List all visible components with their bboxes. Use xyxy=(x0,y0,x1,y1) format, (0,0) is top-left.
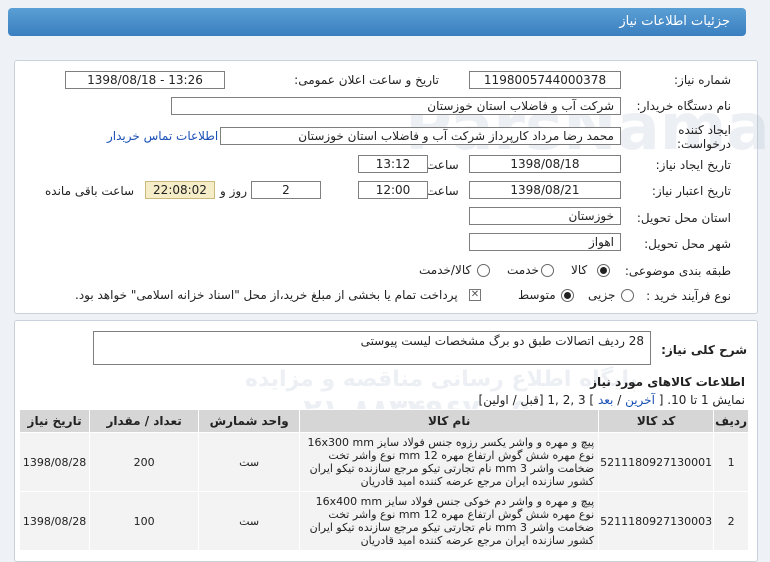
row-index: 1 xyxy=(713,432,749,492)
pagination-last-link[interactable]: آخرین xyxy=(625,393,655,407)
row-date: 1398/08/28 xyxy=(18,491,91,551)
row-name-line: نوع مهره شش گوش ارتفاع مهره 12 mm نوع وا… xyxy=(328,508,595,521)
row-name-line: ضخامت واشر 3 mm نام تجارتی تیکو مرجع ساز… xyxy=(309,521,595,534)
row-unit: ست xyxy=(198,491,301,551)
pagination-tail: [قبل / اولین] xyxy=(478,393,544,407)
row-name-line: پیچ و مهره و واشر دم خوکی جنس فولاد سایز… xyxy=(315,495,595,508)
category-goods-radio[interactable] xyxy=(597,264,610,277)
days-label: روز و xyxy=(220,184,247,198)
items-panel: مرکز فراوری اطلاعات پارس نماد داده ها پا… xyxy=(14,320,758,562)
remaining-label: ساعت باقی مانده xyxy=(45,184,135,198)
remaining-time-field: 22:08:02 xyxy=(145,181,215,199)
row-qty: 200 xyxy=(89,432,200,492)
buyer-label: نام دستگاه خریدار: xyxy=(636,99,732,113)
need-info-panel: ParsNamadar شماره نیاز: 1198005744000378… xyxy=(14,60,770,314)
row-qty: 100 xyxy=(89,491,200,551)
create-time-field: 13:12 xyxy=(358,155,428,173)
category-service-radio[interactable] xyxy=(541,264,554,277)
category-both-label: کالا/خدمت xyxy=(419,263,472,277)
pagination-pages[interactable]: ] 3 ,2 ,1 xyxy=(547,393,594,407)
treasury-checkbox[interactable]: ✕ xyxy=(469,289,481,301)
row-name-line: پیچ و مهره و واشر یکسر رزوه جنس فولاد سا… xyxy=(307,436,595,449)
category-service-label: خدمت xyxy=(507,263,539,277)
row-name-line: نوع مهره شش گوش ارتفاع مهره 12 mm نوع وا… xyxy=(328,449,595,462)
creator-label-2: درخواست: xyxy=(677,137,731,151)
buyer-field: شرکت آب و فاضلاب استان خوزستان xyxy=(171,97,621,115)
pagination-prefix: نمایش 1 تا 10. [ xyxy=(658,393,745,407)
creator-field: محمد رضا مرداد کارپرداز شرکت آب و فاضلاب… xyxy=(220,127,621,145)
col-code: کد کالا xyxy=(598,409,715,433)
col-date: تاریخ نیاز xyxy=(18,409,91,433)
row-date: 1398/08/28 xyxy=(18,432,91,492)
row-unit: ست xyxy=(198,432,301,492)
create-date-field: 1398/08/18 xyxy=(469,155,621,173)
row-name: پیچ و مهره و واشر دم خوکی جنس فولاد سایز… xyxy=(299,491,600,551)
category-both-radio[interactable] xyxy=(477,264,490,277)
category-goods-label: کالا xyxy=(571,263,588,277)
col-index: ردیف xyxy=(713,409,749,433)
valid-time-label: ساعت xyxy=(426,184,459,198)
creator-label-1: ایجاد کننده xyxy=(678,123,731,137)
col-name: نام کالا xyxy=(299,409,600,433)
pagination: نمایش 1 تا 10. [ آخرین / بعد ] 3 ,2 ,1 [… xyxy=(479,393,745,407)
table-row[interactable]: 2 5211180927130003 پیچ و مهره و واشر دم … xyxy=(18,491,749,551)
page-header: جزئیات اطلاعات نیاز xyxy=(8,8,746,36)
col-unit: واحد شمارش xyxy=(198,409,301,433)
row-name: پیچ و مهره و واشر یکسر رزوه جنس فولاد سا… xyxy=(299,432,600,492)
days-field: 2 xyxy=(251,181,321,199)
province-field: خوزستان xyxy=(469,207,621,225)
row-code: 5211180927130001 xyxy=(598,432,715,492)
purchase-minor-radio[interactable] xyxy=(621,289,634,302)
need-number-field: 1198005744000378 xyxy=(469,71,621,89)
table-header-row: ردیف کد کالا نام کالا واحد شمارش تعداد /… xyxy=(18,409,749,433)
payment-note: پرداخت تمام یا بخشی از مبلغ خرید،از محل … xyxy=(75,288,458,302)
pagination-next-link[interactable]: بعد xyxy=(598,393,613,407)
category-label: طبقه بندی موضوعی: xyxy=(624,264,731,278)
purchase-medium-radio[interactable] xyxy=(561,289,574,302)
announce-label: تاریخ و ساعت اعلان عمومی: xyxy=(294,73,439,87)
row-name-line: کشور سازنده ایران مرجع عرضه کننده امید ق… xyxy=(360,534,595,547)
table-row[interactable]: 1 5211180927130001 پیچ و مهره و واشر یکس… xyxy=(18,432,749,492)
valid-time-field: 12:00 xyxy=(358,181,428,199)
page-title: جزئیات اطلاعات نیاز xyxy=(619,14,730,29)
valid-date-field: 1398/08/21 xyxy=(469,181,621,199)
create-date-label: تاریخ ایجاد نیاز: xyxy=(655,158,731,172)
row-code: 5211180927130003 xyxy=(598,491,715,551)
pagination-sep: / xyxy=(613,393,622,407)
items-section-title: اطلاعات کالاهای مورد نیاز xyxy=(590,375,745,389)
summary-label: شرح کلی نیاز: xyxy=(661,343,747,357)
summary-field: 28 ردیف اتصالات طبق دو برگ مشخصات لیست پ… xyxy=(93,331,651,365)
announce-field: 1398/08/18 - 13:26 xyxy=(65,71,225,89)
valid-date-label: تاریخ اعتبار نیاز: xyxy=(651,184,731,198)
city-field: اهواز xyxy=(469,233,621,251)
watermark-text-2: پایگاه اطلاع رسانی مناقصه و مزایده xyxy=(245,367,638,392)
need-number-label: شماره نیاز: xyxy=(674,73,731,87)
col-qty: تعداد / مقدار xyxy=(89,409,200,433)
purchase-medium-label: متوسط xyxy=(518,288,556,302)
row-name-line: کشور سازنده ایران مرجع عرضه کننده امید ق… xyxy=(360,475,595,488)
purchase-minor-label: جزیی xyxy=(588,288,616,302)
items-table: ردیف کد کالا نام کالا واحد شمارش تعداد /… xyxy=(18,409,749,551)
purchase-type-label: نوع فرآیند خرید : xyxy=(646,289,731,303)
row-index: 2 xyxy=(713,491,749,551)
contact-buyer-link[interactable]: اطلاعات تماس خریدار xyxy=(107,129,218,143)
row-name-line: ضخامت واشر 3 mm نام تجارتی تیکو مرجع ساز… xyxy=(309,462,595,475)
create-time-label: ساعت xyxy=(426,158,459,172)
province-label: استان محل تحویل: xyxy=(636,211,731,225)
city-label: شهر محل تحویل: xyxy=(644,237,731,251)
